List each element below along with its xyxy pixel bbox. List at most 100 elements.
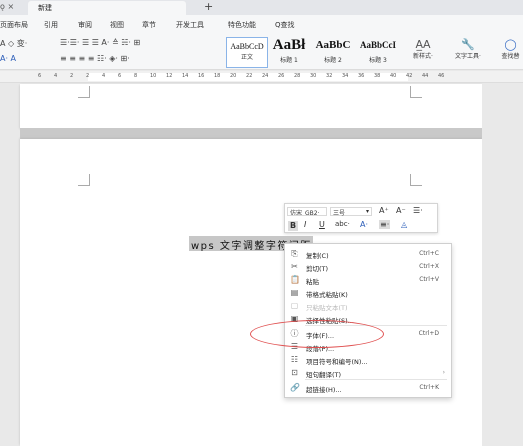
menu-chapter[interactable]: 章节 [142, 20, 156, 30]
context-menu-item[interactable]: ▤ 带格式粘贴(K) [285, 287, 451, 299]
ruler-number: 34 [342, 73, 349, 79]
underline-button[interactable]: U [319, 220, 325, 229]
tab-strip-icons[interactable]: ǫ × [0, 2, 14, 11]
margin-corner-mark [410, 86, 422, 98]
ruler-number: 42 [406, 73, 413, 79]
ruler-number: 46 [438, 73, 445, 79]
context-menu-label: 粘贴 [306, 278, 319, 286]
context-menu-label: 带格式粘贴(K) [306, 291, 348, 299]
grow-font-button[interactable]: A⁺ [379, 206, 389, 215]
font-tools-row2[interactable]: A· A [0, 54, 16, 63]
style-sample: AaBbC [315, 39, 351, 51]
find-replace-label: 查找替 [501, 53, 520, 60]
menu-search[interactable]: Q查找 [275, 20, 295, 30]
list-button[interactable]: ☰· [413, 206, 423, 215]
page-gap [20, 128, 482, 139]
ruler-number: 20 [230, 73, 237, 79]
context-menu-item[interactable]: ☷ 项目符号和编号(N)... [285, 354, 451, 366]
ruler-number: 22 [246, 73, 253, 79]
context-menu-item[interactable]: ⊡ 短句翻译(T) › [285, 367, 451, 379]
context-menu-label: 复制(C) [306, 252, 329, 260]
ruler-number: 18 [214, 73, 221, 79]
context-menu-shortcut: Ctrl+V [419, 276, 439, 283]
new-style-icon: A̲A [415, 38, 431, 51]
menu-view[interactable]: 视图 [110, 20, 124, 30]
context-menu-item[interactable]: 📋 粘贴 Ctrl+V [285, 274, 451, 286]
tab-new-document[interactable]: 新建 [28, 1, 186, 15]
ruler-number: 2 [70, 73, 74, 79]
menu-separator [305, 379, 447, 380]
wrench-icon: 🔧 [461, 38, 475, 51]
style-heading3[interactable]: AaBbCcI 标题 3 [356, 37, 400, 68]
ruler-number: 38 [374, 73, 381, 79]
chevron-down-icon: ▾ [365, 208, 369, 215]
shrink-font-button[interactable]: A⁻ [396, 206, 406, 215]
margin-corner-mark [78, 86, 90, 98]
context-menu-shortcut: Ctrl+D [418, 330, 439, 337]
ruler-number: 6 [38, 73, 42, 79]
paste-text-icon: ▢ [290, 301, 299, 310]
new-tab-button[interactable]: + [204, 0, 213, 13]
menu-developer[interactable]: 开发工具 [176, 20, 204, 30]
ribbon: A ◇ 变· ☰·☰· ☰ ☰ A· ≙ ☵· ⊞ A· A ≡ ≡ ≡ ≡ ☷… [0, 34, 523, 70]
ruler-number: 6 [118, 73, 122, 79]
workspace-background [482, 84, 523, 446]
hyperlink-icon: 🔗 [290, 383, 300, 392]
style-heading1[interactable]: AaBł 标题 1 [268, 37, 310, 68]
text-tool-button[interactable]: 🔧 文字工具· [448, 38, 488, 60]
menu-review[interactable]: 审阅 [78, 20, 92, 30]
context-menu-item[interactable]: 🔗 超链接(H)... Ctrl+K [285, 382, 451, 394]
menu-features[interactable]: 特色功能 [228, 20, 256, 30]
ruler-number: 36 [358, 73, 365, 79]
find-replace-button[interactable]: ◯ 查找替 [498, 38, 523, 60]
bullets-icon: ☷ [290, 355, 299, 364]
style-sample: AaBł [272, 37, 306, 53]
text-tool-label: 文字工具· [455, 53, 481, 60]
font-color-button[interactable]: A· [360, 220, 368, 229]
copy-icon: ⎘ [291, 249, 298, 258]
ruler-number: 8 [134, 73, 138, 79]
tab-strip: ǫ × 新建 + [0, 0, 523, 15]
menu-references[interactable]: 引用 [44, 20, 58, 30]
style-heading2[interactable]: AaBbC 标题 2 [311, 37, 355, 68]
context-menu-shortcut: Ctrl+X [419, 263, 439, 270]
clear-format-button[interactable]: ◬ [401, 220, 407, 229]
menu-bar: 页面布局 引用 审阅 视图 章节 开发工具 特色功能 Q查找 [0, 15, 523, 34]
paragraph-tools-row2[interactable]: ≡ ≡ ≡ ≡ ☷· ◈· ⊞· [60, 54, 130, 63]
ruler-number: 32 [326, 73, 333, 79]
italic-button[interactable]: I [304, 220, 306, 229]
style-sample: AaBbCcD [230, 42, 264, 51]
ruler-number: 4 [54, 73, 58, 79]
margin-corner-mark [78, 174, 90, 186]
ruler-number: 2 [86, 73, 90, 79]
menu-page-layout[interactable]: 页面布局 [0, 20, 28, 30]
context-menu-label: 项目符号和编号(N)... [306, 358, 368, 366]
ruler-number: 16 [198, 73, 205, 79]
font-size-select[interactable]: 三号 ▾ [330, 207, 372, 217]
horizontal-ruler[interactable]: 6 4 2 2 4 6 8 10 12 14 16 18 20 22 24 26 28 30 32 34 36 38 40 4… [0, 71, 523, 83]
style-normal[interactable]: AaBbCcD 正文 [226, 37, 268, 68]
style-name: 正文 [240, 54, 253, 61]
context-menu-label: 剪切(T) [306, 265, 329, 273]
bold-button[interactable]: B [288, 221, 298, 231]
style-name: 标题 1 [280, 57, 298, 64]
font-size-value: 三号 [333, 210, 346, 217]
page-previous [20, 84, 482, 128]
context-menu-label: 只粘贴文本(T) [306, 304, 348, 312]
font-family-select[interactable]: 仿宋_GB2· [287, 207, 327, 216]
ruler-number: 44 [422, 73, 429, 79]
font-tools-row1[interactable]: A ◇ 变· [0, 38, 27, 49]
strikethrough-button[interactable]: abc· [335, 220, 350, 228]
cut-icon: ✂ [291, 262, 298, 271]
ruler-number: 28 [294, 73, 301, 79]
ruler-number: 4 [102, 73, 106, 79]
ruler-number: 24 [262, 73, 269, 79]
ruler-number: 12 [166, 73, 173, 79]
context-menu-item[interactable]: ⎘ 复制(C) Ctrl+C [285, 248, 451, 260]
paste-icon: 📋 [290, 275, 300, 284]
align-button[interactable]: ≡· [379, 220, 391, 229]
new-style-label: 新样式· [413, 53, 433, 60]
paragraph-tools-row1[interactable]: ☰·☰· ☰ ☰ A· ≙ ☵· ⊞ [60, 38, 140, 47]
context-menu-item[interactable]: ✂ 剪切(T) Ctrl+X [285, 261, 451, 273]
new-style-button[interactable]: A̲A 新样式· [406, 38, 440, 60]
